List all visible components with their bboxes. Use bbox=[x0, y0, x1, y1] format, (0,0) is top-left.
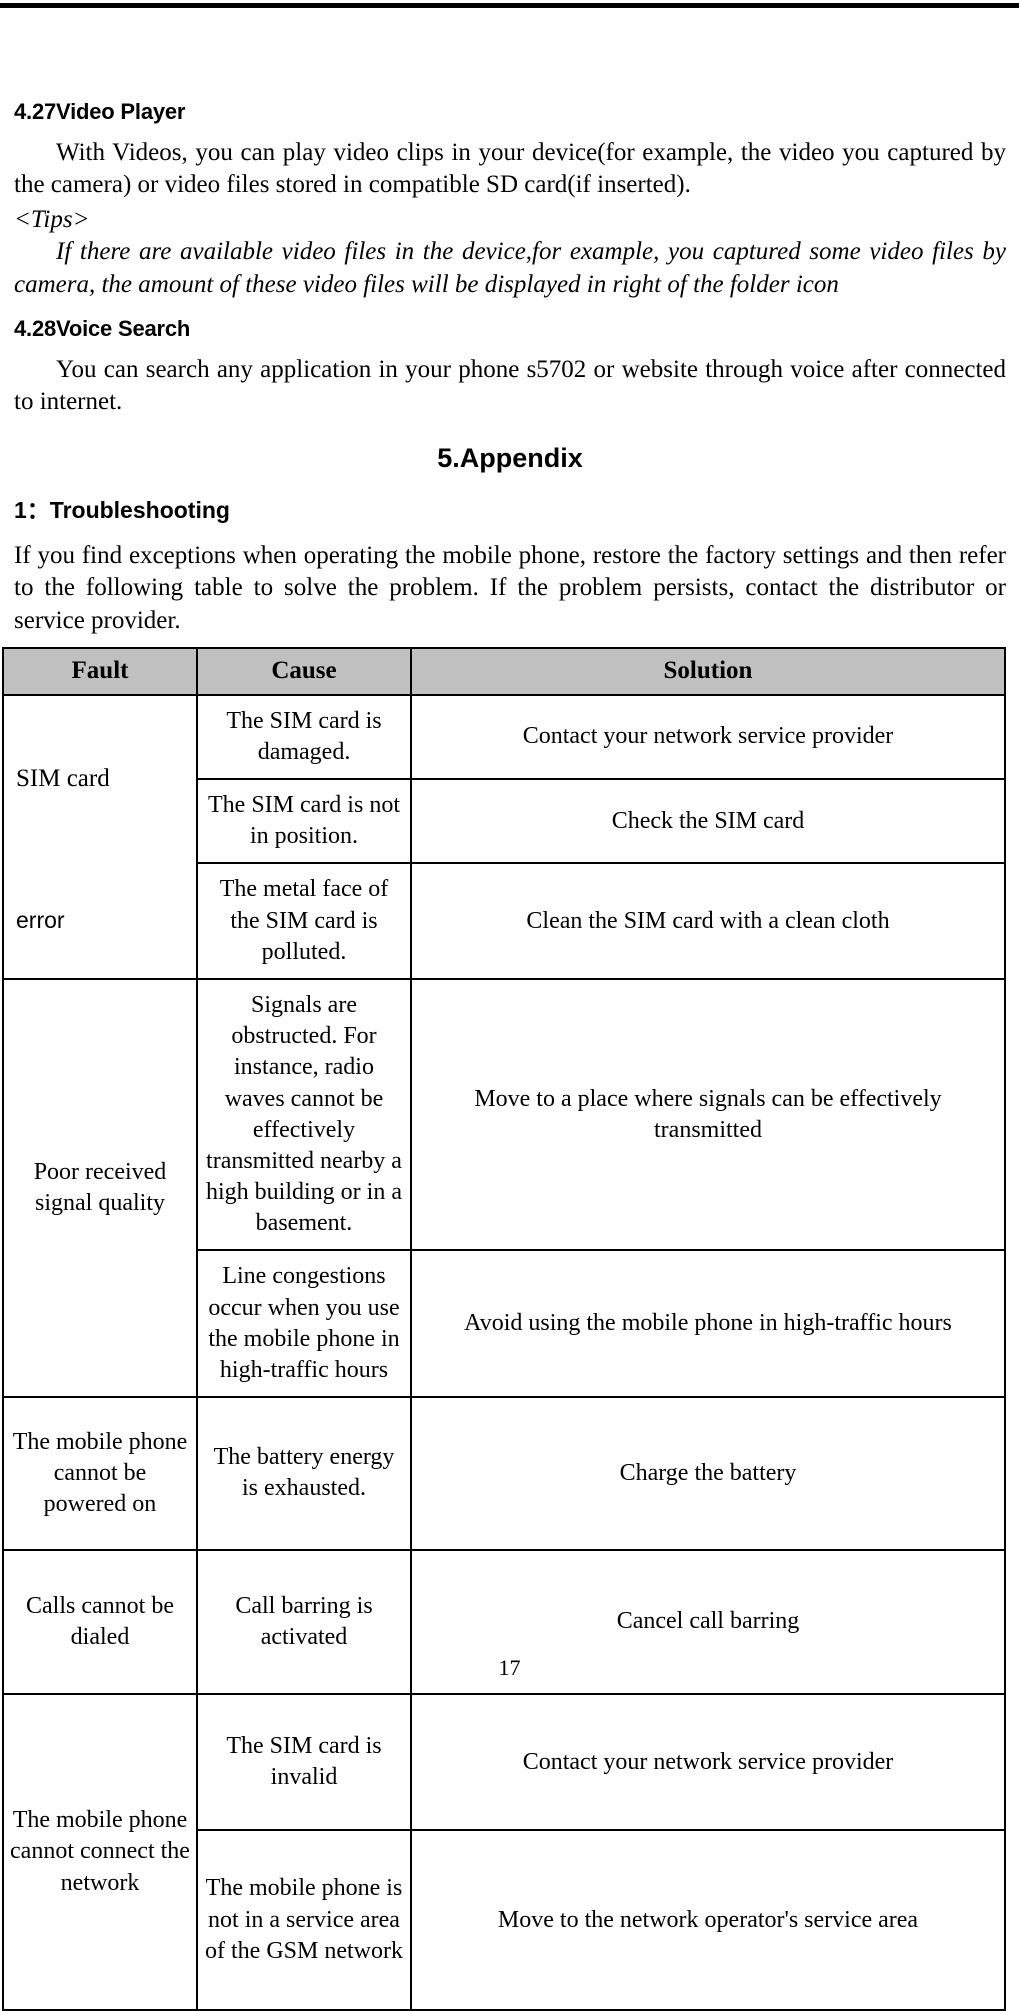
paragraph-troubleshooting-intro: If you find exceptions when operating th… bbox=[14, 541, 1006, 634]
table-row: Poor received signal quality Signals are… bbox=[2, 977, 1006, 1399]
cause-sim-metal-polluted: The metal face of the SIM card is pollut… bbox=[196, 862, 412, 980]
cause-battery-exhausted: The battery energy is exhausted. bbox=[196, 1396, 412, 1551]
solution-avoid-high-traffic: Avoid using the mobile phone in high-tra… bbox=[410, 1249, 1006, 1399]
solution-check-sim-card: Check the SIM card bbox=[410, 778, 1006, 865]
fault-sim-card-top: SIM card bbox=[2, 693, 198, 864]
heading-video-player: 4.27Video Player bbox=[14, 99, 186, 124]
table-row: SIM card The SIM card is damaged. Contac… bbox=[2, 693, 1006, 864]
troubleshooting-table: Fault Cause Solution SIM card The SIM ca… bbox=[2, 647, 1006, 2011]
tips-label: <Tips> bbox=[14, 205, 90, 233]
heading-appendix: 5.Appendix bbox=[437, 442, 583, 473]
table-row: The mobile phone cannot connect the netw… bbox=[2, 1692, 1006, 2011]
page-number: 17 bbox=[498, 1655, 521, 1680]
cause-signals-obstructed: Signals are obstructed. For instance, ra… bbox=[196, 977, 412, 1252]
solution-charge-battery: Charge the battery bbox=[410, 1396, 1006, 1551]
table-row: The mobile phone cannot be powered on Th… bbox=[2, 1396, 1006, 1551]
table-row: error The metal face of the SIM card is … bbox=[2, 862, 1006, 980]
table-head: Fault Cause Solution bbox=[2, 647, 1006, 696]
solution-move-service-area: Move to the network operator's service a… bbox=[410, 1829, 1006, 2011]
cause-line-congestions: Line congestions occur when you use the … bbox=[196, 1249, 412, 1399]
column-header-cause: Cause bbox=[196, 647, 412, 696]
solution-contact-provider: Contact your network service provider bbox=[410, 693, 1006, 781]
fault-poor-signal: Poor received signal quality bbox=[2, 977, 198, 1399]
table-body: SIM card The SIM card is damaged. Contac… bbox=[2, 693, 1006, 2011]
solution-clean-sim-card: Clean the SIM card with a clean cloth bbox=[410, 862, 1006, 980]
solution-move-place-signals: Move to a place where signals can be eff… bbox=[410, 977, 1006, 1252]
cause-sim-invalid: The SIM card is invalid bbox=[196, 1692, 412, 1832]
tips-text-video-player: If there are available video files in th… bbox=[14, 238, 1006, 298]
paragraph-video-player: With Videos, you can play video clips in… bbox=[14, 138, 1006, 199]
cause-sim-damaged: The SIM card is damaged. bbox=[196, 693, 412, 781]
cause-not-in-service-area: The mobile phone is not in a service are… bbox=[196, 1829, 412, 2011]
table-header-row: Fault Cause Solution bbox=[2, 647, 1006, 696]
fault-cannot-power-on: The mobile phone cannot be powered on bbox=[2, 1396, 198, 1551]
column-header-fault: Fault bbox=[2, 647, 198, 696]
column-header-solution: Solution bbox=[410, 647, 1006, 696]
page-header-rule bbox=[0, 3, 1019, 8]
document-page: 4.27Video Player With Videos, you can pl… bbox=[0, 0, 1019, 2011]
heading-voice-search: 4.28Voice Search bbox=[14, 316, 191, 342]
solution-contact-provider-2: Contact your network service provider bbox=[410, 1692, 1006, 1832]
heading-troubleshooting: 1：Troubleshooting bbox=[14, 496, 230, 523]
paragraph-voice-search: You can search any application in your p… bbox=[14, 355, 1006, 416]
page-content: 4.27Video Player With Videos, you can pl… bbox=[2, 98, 1006, 2011]
cause-sim-not-in-position: The SIM card is not in position. bbox=[196, 778, 412, 865]
fault-sim-card-error: error bbox=[2, 863, 198, 980]
fault-cannot-connect-network: The mobile phone cannot connect the netw… bbox=[2, 1692, 198, 2011]
